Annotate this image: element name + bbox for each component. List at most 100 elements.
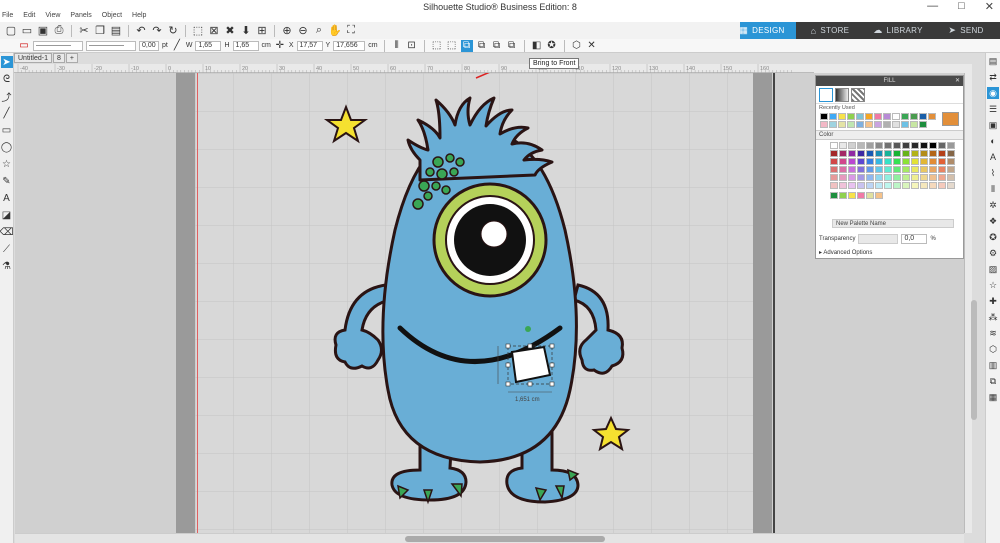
color-swatch[interactable] xyxy=(839,174,847,181)
offset-icon[interactable]: ✪ xyxy=(546,40,558,52)
menu-edit[interactable]: Edit xyxy=(23,12,35,19)
color-swatch[interactable] xyxy=(848,192,856,199)
pen-tool-icon[interactable]: ✎ xyxy=(1,175,13,187)
color-swatch[interactable] xyxy=(830,182,838,189)
color-swatch[interactable] xyxy=(901,121,909,128)
color-swatch[interactable] xyxy=(947,150,955,157)
trace-panel-icon[interactable]: ⚙ xyxy=(987,247,999,259)
color-swatch[interactable] xyxy=(920,158,928,165)
monster-right-arm[interactable] xyxy=(572,283,625,375)
polygon-tool-icon[interactable]: ☆ xyxy=(1,158,13,170)
print-icon[interactable]: ⎙ xyxy=(52,24,66,38)
color-swatch[interactable] xyxy=(857,158,865,165)
doc-tab-8[interactable]: 8 xyxy=(52,53,65,63)
group-icon[interactable]: ⬚ xyxy=(431,40,443,52)
color-swatch[interactable] xyxy=(838,121,846,128)
star-left[interactable] xyxy=(323,104,369,144)
color-swatch[interactable] xyxy=(857,142,865,149)
eraser-tool-icon[interactable]: ⌫ xyxy=(0,226,14,238)
menu-file[interactable]: File xyxy=(2,12,13,19)
color-swatch[interactable] xyxy=(884,142,892,149)
fill-panel-icon[interactable]: ◉ xyxy=(987,87,999,99)
color-swatch[interactable] xyxy=(875,174,883,181)
vertical-scroll-thumb[interactable] xyxy=(971,300,977,420)
color-swatch[interactable] xyxy=(947,158,955,165)
panel-close-icon[interactable]: ✕ xyxy=(955,76,960,86)
x-input[interactable]: 17,57 xyxy=(296,40,323,51)
color-swatch[interactable] xyxy=(866,158,874,165)
color-swatch[interactable] xyxy=(911,150,919,157)
color-swatch[interactable] xyxy=(929,174,937,181)
rectangle-tool-icon[interactable]: ▭ xyxy=(1,124,13,136)
color-swatch[interactable] xyxy=(910,121,918,128)
menu-help[interactable]: Help xyxy=(132,12,146,19)
color-swatch[interactable] xyxy=(947,166,955,173)
color-swatch[interactable] xyxy=(866,142,874,149)
line-style-select[interactable]: ――――― xyxy=(33,40,83,51)
offset-panel-icon[interactable]: ✪ xyxy=(987,231,999,243)
resize-handle[interactable] xyxy=(527,343,533,349)
refresh-icon[interactable]: ↻ xyxy=(166,24,180,38)
transparency-panel-icon[interactable]: ◐ xyxy=(987,135,999,147)
color-swatch[interactable] xyxy=(875,150,883,157)
transform-panel-icon[interactable]: ✲ xyxy=(987,199,999,211)
color-swatch[interactable] xyxy=(920,150,928,157)
color-swatch[interactable] xyxy=(938,150,946,157)
line-dash-select[interactable]: ――――― xyxy=(86,40,136,51)
color-swatch[interactable] xyxy=(902,142,910,149)
color-swatch[interactable] xyxy=(929,166,937,173)
color-swatch[interactable] xyxy=(893,142,901,149)
copy-icon[interactable]: ❐ xyxy=(93,24,107,38)
color-swatch[interactable] xyxy=(919,121,927,128)
horizontal-scroll-thumb[interactable] xyxy=(405,536,605,542)
fill-color-icon[interactable]: ▭ xyxy=(18,40,30,52)
gradient-fill-mode[interactable] xyxy=(835,88,849,102)
line-panel-icon[interactable]: ☰ xyxy=(987,103,999,115)
color-swatch[interactable] xyxy=(865,113,873,120)
layers-panel-icon[interactable]: ⧉ xyxy=(987,375,999,387)
color-swatch[interactable] xyxy=(938,182,946,189)
resize-handle[interactable] xyxy=(549,381,555,387)
color-swatch[interactable] xyxy=(857,182,865,189)
menu-panels[interactable]: Panels xyxy=(70,12,91,19)
color-swatch[interactable] xyxy=(929,158,937,165)
current-color-swatch[interactable] xyxy=(942,112,959,126)
color-swatch[interactable] xyxy=(902,166,910,173)
resize-handle[interactable] xyxy=(505,343,511,349)
color-swatch[interactable] xyxy=(875,166,883,173)
color-swatch[interactable] xyxy=(820,121,828,128)
color-swatch[interactable] xyxy=(947,182,955,189)
color-swatch[interactable] xyxy=(857,166,865,173)
rotate-handle[interactable] xyxy=(525,326,531,332)
color-swatch[interactable] xyxy=(857,174,865,181)
transparency-slider[interactable] xyxy=(858,234,899,244)
resize-handle[interactable] xyxy=(505,381,511,387)
text-path-icon[interactable]: ⌇ xyxy=(987,167,999,179)
monster-tooth[interactable] xyxy=(510,345,552,384)
color-swatch[interactable] xyxy=(830,166,838,173)
clear-icon[interactable]: ✕ xyxy=(586,40,598,52)
delete-icon[interactable]: ✖ xyxy=(223,24,237,38)
ellipse-tool-icon[interactable]: ◯ xyxy=(1,141,13,153)
color-swatch[interactable] xyxy=(893,150,901,157)
emboss-panel-icon[interactable]: ≋ xyxy=(987,327,999,339)
stroke-weight-input[interactable]: 0,00 xyxy=(139,40,159,51)
color-swatch[interactable] xyxy=(947,174,955,181)
point-edit-icon[interactable]: ⤴ xyxy=(1,90,13,104)
doc-tab-untitled[interactable]: Untitled-1 xyxy=(14,53,52,63)
center-icon[interactable]: ⊡ xyxy=(406,40,418,52)
redo-icon[interactable]: ↷ xyxy=(150,24,164,38)
color-swatch[interactable] xyxy=(848,166,856,173)
solid-fill-mode[interactable] xyxy=(819,88,833,102)
color-swatch[interactable] xyxy=(919,113,927,120)
save-icon[interactable]: ▣ xyxy=(36,24,50,38)
knife-panel-icon[interactable]: ▨ xyxy=(987,263,999,275)
color-swatch[interactable] xyxy=(938,142,946,149)
page-setup-icon[interactable]: ▤ xyxy=(987,55,999,67)
color-swatch[interactable] xyxy=(911,142,919,149)
color-swatch[interactable] xyxy=(839,142,847,149)
width-input[interactable]: 1,65 xyxy=(195,40,222,51)
pattern-panel-icon[interactable]: ▦ xyxy=(987,391,999,403)
tab-store[interactable]: ⌂ STORE xyxy=(796,22,864,39)
send-panel-icon[interactable]: ⇄ xyxy=(987,71,999,83)
